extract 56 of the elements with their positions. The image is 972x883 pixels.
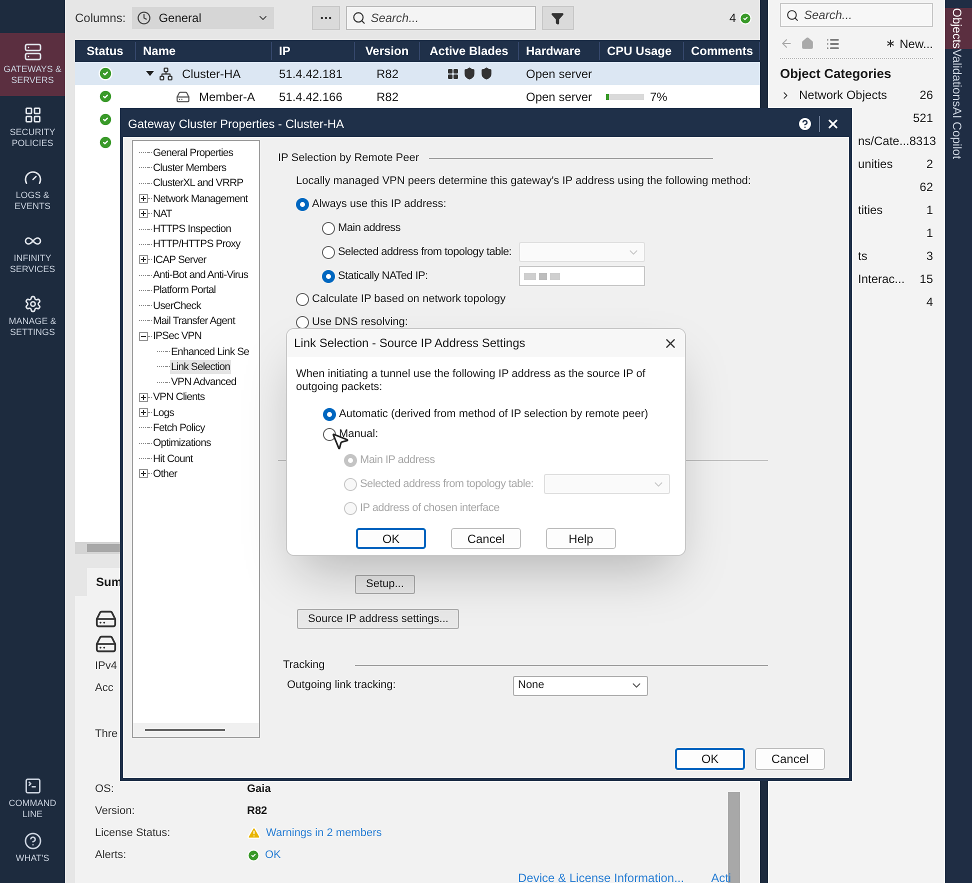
nav-label: INFINITY SERVICES	[8, 253, 56, 275]
option-label: Statically NATed IP:	[338, 268, 429, 284]
dialog-title: Gateway Cluster Properties - Cluster-HA	[128, 116, 346, 133]
version-cell-text: R82	[375, 66, 400, 82]
option-label: Automatic (derived from method of IP selection by remote peer)	[339, 406, 648, 422]
category-count: 15	[920, 271, 933, 288]
field-label: Outgoing link tracking:	[287, 678, 397, 694]
field-label: IPv4	[95, 658, 118, 674]
ok-count: 4	[729, 10, 736, 27]
category-count: 2	[926, 156, 933, 173]
nav-label: WHAT'S	[16, 853, 50, 864]
field-label: Thre	[95, 726, 118, 742]
field-label: License Status:	[95, 826, 170, 841]
description: When initiating a tunnel use the following IP address as the source IP of outgoing packets:	[295, 368, 646, 394]
category-count: 1	[926, 202, 933, 219]
option-label: Manual:	[339, 426, 378, 442]
category-count: 26	[920, 87, 933, 104]
option-label: Selected address from topology table:	[360, 476, 535, 492]
hardware-cell-text: Open server	[525, 88, 594, 106]
ip-cell-text: 51.4.42.166	[278, 88, 344, 106]
nav-label: MANAGE & SETTINGS	[8, 316, 58, 338]
field-label: Version:	[95, 804, 135, 819]
nav-label: LOGS & EVENTS	[13, 190, 52, 212]
nav-label: COMMAND LINE	[8, 798, 58, 820]
field-label: Acc	[95, 680, 114, 696]
option-label: Selected address from topology table:	[338, 244, 513, 260]
field-label: OS:	[95, 782, 114, 797]
option-label: Calculate IP based on network topology	[312, 292, 506, 308]
category-count: 1	[926, 225, 933, 242]
category-count: 521	[912, 110, 933, 127]
cpu-reading: 7%	[650, 88, 668, 106]
option-label: Main address	[338, 220, 402, 236]
option-label: IP address of chosen interface	[360, 500, 500, 516]
description: Locally managed VPN peers determine this gateway's IP address using the following method:	[295, 174, 752, 188]
panel-title: Object Categories	[780, 65, 892, 83]
category-count: 8313	[909, 133, 936, 150]
version-cell-text: R82	[375, 88, 400, 106]
name-cell-text: Cluster-HA	[182, 66, 241, 82]
nav-label: GATEWAYS & SERVERS	[2, 64, 62, 86]
field-value: Gaia	[247, 782, 271, 797]
option-label: Main IP address	[360, 452, 436, 468]
columns-label: Columns:	[75, 10, 126, 27]
field-label: Alerts:	[95, 848, 126, 863]
section-title: Tracking	[282, 658, 325, 673]
dialog-title: Link Selection - Source IP Address Settings	[294, 335, 526, 352]
section-title: IP Selection by Remote Peer	[278, 151, 420, 166]
category-count: 3	[926, 248, 933, 265]
field-value: R82	[247, 804, 268, 819]
option-label: Always use this IP address:	[312, 197, 446, 212]
ip-cell-text: 51.4.42.181	[278, 66, 344, 82]
category-count: 62	[920, 179, 933, 196]
nav-label: SECURITY POLICIES	[8, 127, 56, 149]
category-count: 4	[926, 294, 933, 311]
hardware-cell-text: Open server	[525, 66, 594, 82]
name-cell-text: Member-A	[199, 88, 256, 106]
option-label: Use DNS resolving:	[312, 315, 408, 330]
